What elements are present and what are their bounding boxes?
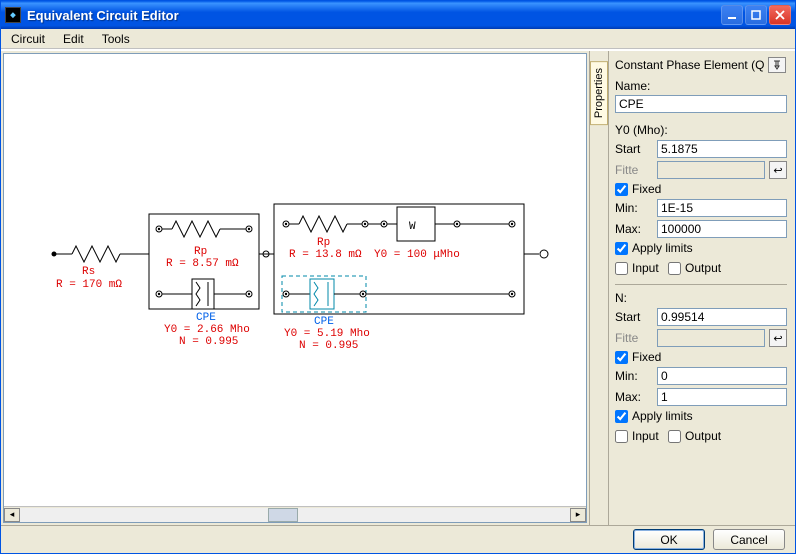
- y0-max-field[interactable]: [657, 220, 787, 238]
- y0-min-label: Min:: [615, 201, 653, 215]
- titlebar[interactable]: ◆ Equivalent Circuit Editor: [1, 1, 795, 29]
- close-icon: [775, 10, 785, 20]
- canvas-wrap: W: [3, 53, 587, 523]
- svg-text:W: W: [409, 221, 416, 233]
- menubar: Circuit Edit Tools: [1, 29, 795, 49]
- panel-heading: Constant Phase Element (Q: [615, 57, 787, 73]
- n-fitte-label: Fitte: [615, 331, 653, 345]
- y0-fitte-label: Fitte: [615, 163, 653, 177]
- y0-fitte-field: [657, 161, 765, 179]
- maximize-icon: [751, 10, 761, 20]
- n-fixed-label: Fixed: [632, 350, 661, 364]
- close-button[interactable]: [769, 5, 791, 25]
- n-output-checkbox[interactable]: [668, 430, 681, 443]
- y0-min-field[interactable]: [657, 199, 787, 217]
- n-start-label: Start: [615, 310, 653, 324]
- scroll-right-arrow[interactable]: ▸: [570, 508, 586, 522]
- window-title: Equivalent Circuit Editor: [27, 8, 721, 23]
- name-field[interactable]: [615, 95, 787, 113]
- maximize-button[interactable]: [745, 5, 767, 25]
- content-area: W: [1, 49, 795, 525]
- scroll-thumb[interactable]: [268, 508, 298, 522]
- n-min-field[interactable]: [657, 367, 787, 385]
- n-fitte-field: [657, 329, 765, 347]
- panel-title: Constant Phase Element (Q: [615, 58, 764, 72]
- n-apply-checkbox[interactable]: [615, 410, 628, 423]
- warburg-value: Y0 = 100 μMho: [374, 249, 460, 261]
- n-fixed-checkbox[interactable]: [615, 351, 628, 364]
- menu-edit[interactable]: Edit: [63, 32, 84, 46]
- main-window: ◆ Equivalent Circuit Editor Circuit Edit…: [0, 0, 796, 554]
- pin-icon: [772, 60, 782, 70]
- rp1-name: Rp: [194, 246, 207, 258]
- n-max-label: Max:: [615, 390, 653, 404]
- properties-tab[interactable]: Properties: [590, 61, 608, 125]
- scroll-track[interactable]: [20, 508, 570, 522]
- rp1-value: R = 8.57 mΩ: [166, 258, 239, 270]
- y0-label: Y0 (Mho):: [615, 123, 787, 137]
- rp2-name: Rp: [317, 237, 330, 249]
- minimize-button[interactable]: [721, 5, 743, 25]
- y0-apply-label: Apply limits: [632, 241, 693, 255]
- separator: [615, 284, 787, 285]
- horizontal-scrollbar[interactable]: ◂ ▸: [4, 506, 586, 522]
- y0-fitte-revert-button[interactable]: ↩: [769, 161, 787, 179]
- n-min-label: Min:: [615, 369, 653, 383]
- rp2-value: R = 13.8 mΩ: [289, 249, 362, 261]
- cpe1-n: N = 0.995: [179, 336, 238, 348]
- y0-max-label: Max:: [615, 222, 653, 236]
- ok-button[interactable]: OK: [633, 529, 705, 550]
- rs-name: Rs: [82, 266, 95, 278]
- menu-circuit[interactable]: Circuit: [11, 32, 45, 46]
- y0-output-label: Output: [685, 261, 721, 275]
- n-fitte-revert-button[interactable]: ↩: [769, 329, 787, 347]
- cpe1-y0: Y0 = 2.66 Mho: [164, 324, 250, 336]
- app-icon: ◆: [5, 7, 21, 23]
- cpe2-n: N = 0.995: [299, 340, 358, 352]
- n-input-checkbox[interactable]: [615, 430, 628, 443]
- y0-start-field[interactable]: [657, 140, 787, 158]
- footer: OK Cancel: [1, 525, 795, 553]
- y0-input-checkbox[interactable]: [615, 262, 628, 275]
- properties-panel: Constant Phase Element (Q Name: Y0 (Mho)…: [609, 51, 795, 525]
- n-input-label: Input: [632, 429, 659, 443]
- name-label: Name:: [615, 79, 787, 93]
- rs-value: R = 170 mΩ: [56, 279, 122, 291]
- properties-tab-strip: Properties: [589, 51, 609, 525]
- minimize-icon: [727, 10, 737, 20]
- cpe2-y0: Y0 = 5.19 Mho: [284, 328, 370, 340]
- y0-fixed-checkbox[interactable]: [615, 183, 628, 196]
- scroll-left-arrow[interactable]: ◂: [4, 508, 20, 522]
- circuit-diagram: W: [14, 144, 574, 404]
- y0-apply-checkbox[interactable]: [615, 242, 628, 255]
- n-apply-label: Apply limits: [632, 409, 693, 423]
- menu-tools[interactable]: Tools: [102, 32, 130, 46]
- y0-fixed-label: Fixed: [632, 182, 661, 196]
- y0-output-checkbox[interactable]: [668, 262, 681, 275]
- n-max-field[interactable]: [657, 388, 787, 406]
- y0-start-label: Start: [615, 142, 653, 156]
- cpe1-name: CPE: [196, 312, 216, 324]
- cancel-button[interactable]: Cancel: [713, 529, 785, 550]
- pin-button[interactable]: [768, 57, 786, 73]
- n-output-label: Output: [685, 429, 721, 443]
- cpe2-name: CPE: [314, 316, 334, 328]
- y0-input-label: Input: [632, 261, 659, 275]
- n-label: N:: [615, 291, 787, 305]
- n-start-field[interactable]: [657, 308, 787, 326]
- circuit-canvas[interactable]: W: [4, 54, 586, 506]
